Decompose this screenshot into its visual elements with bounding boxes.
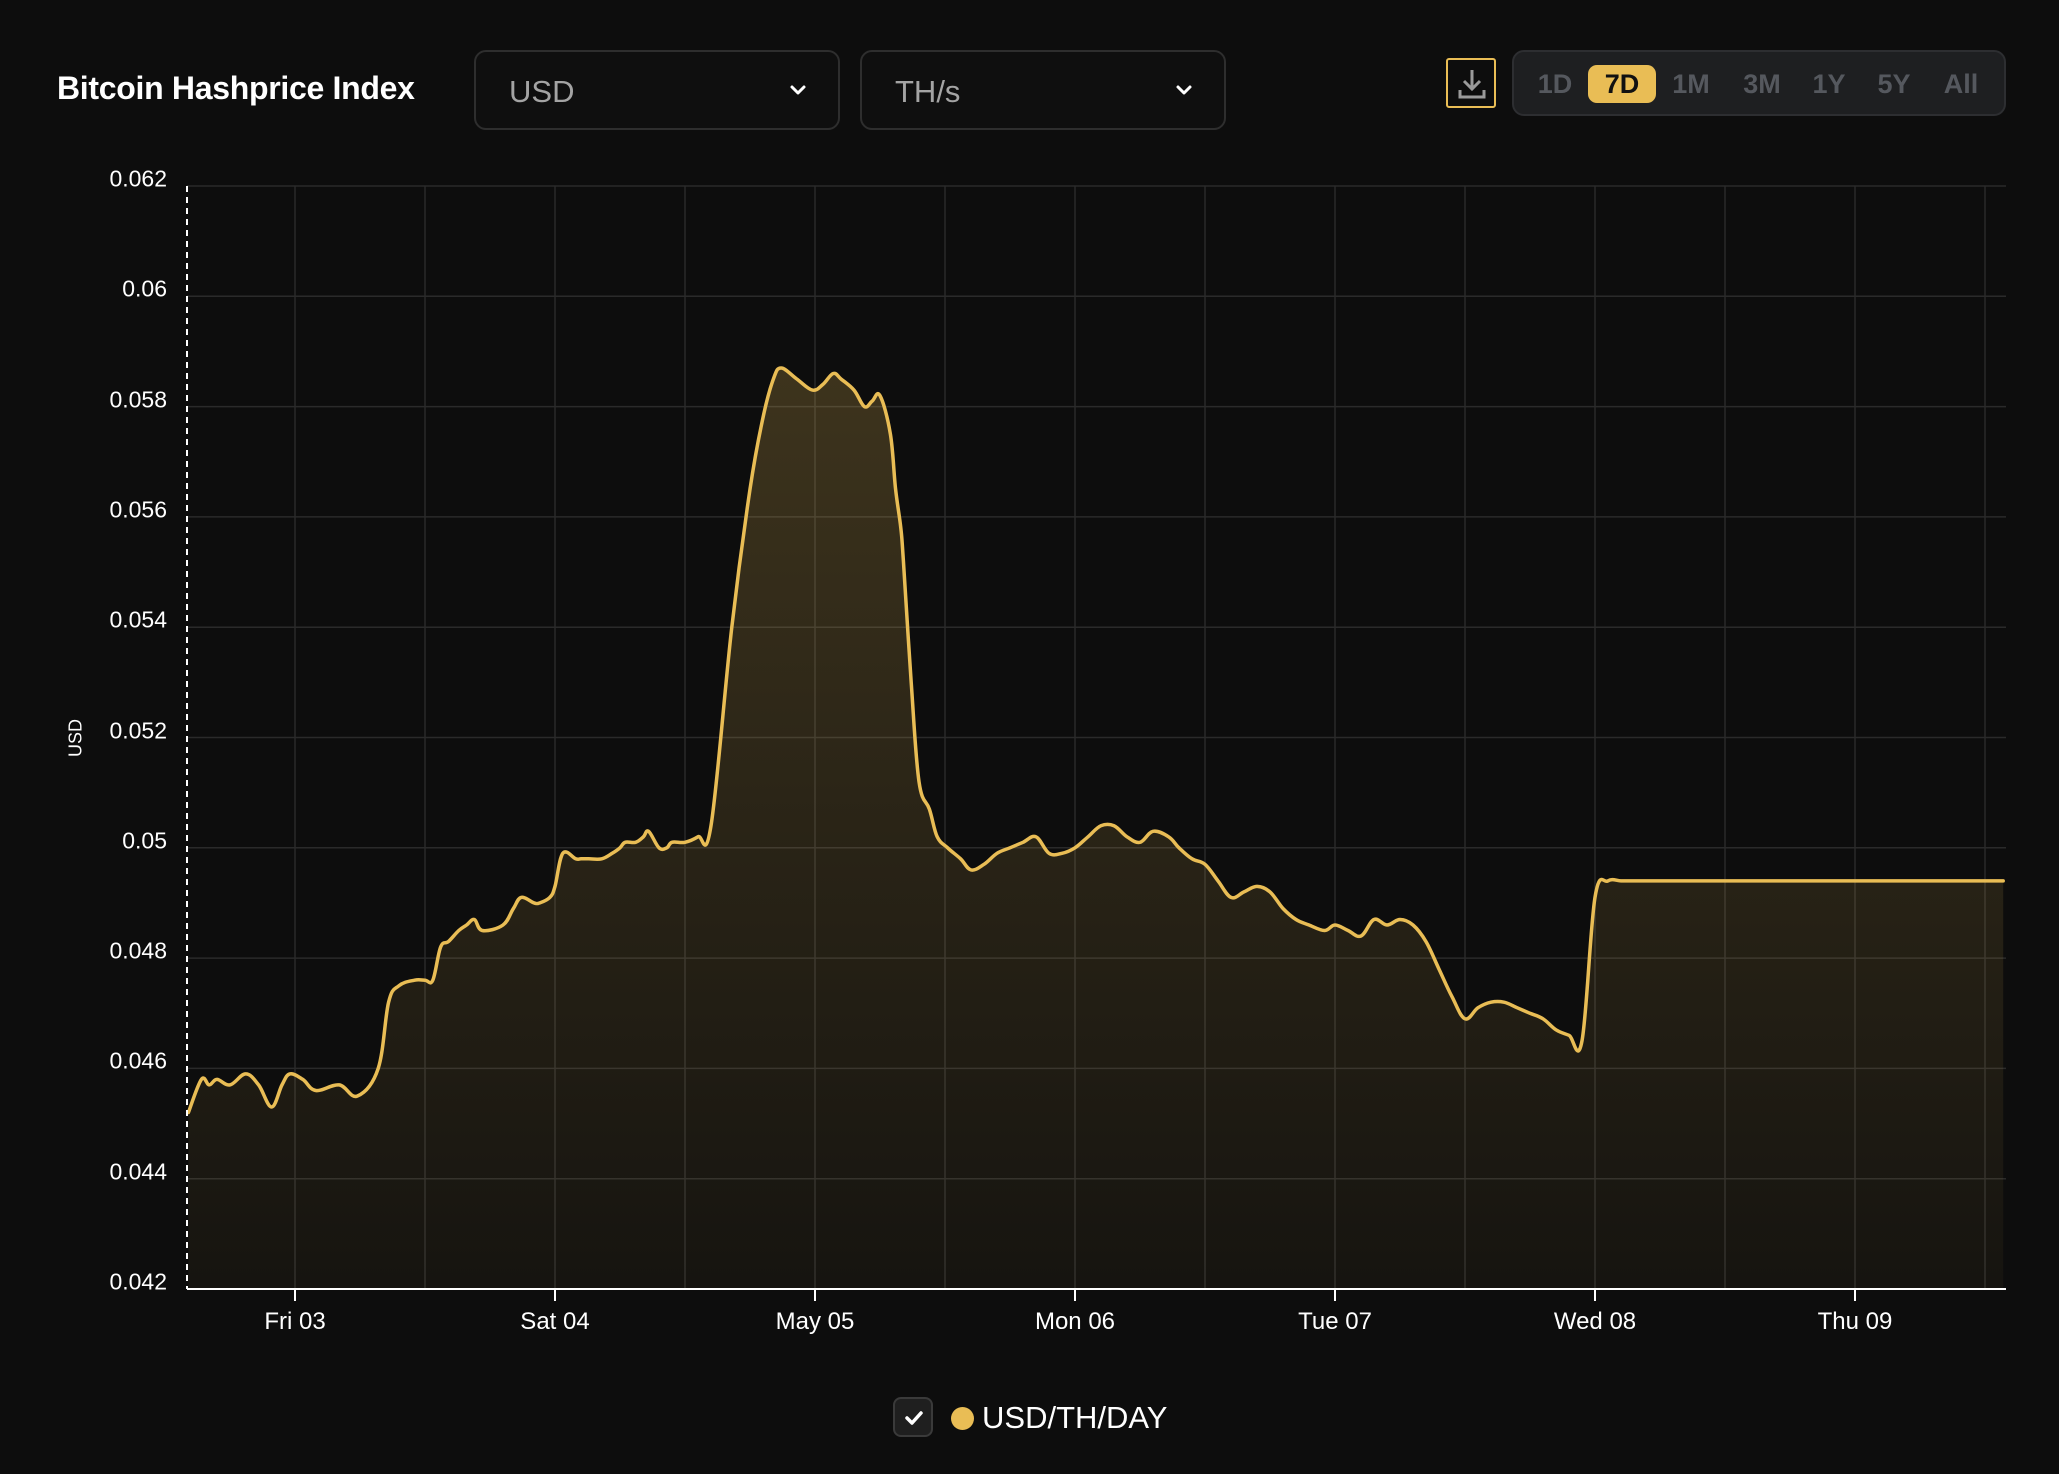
y-tick-label: 0.06 — [122, 275, 167, 302]
y-tick-label: 0.058 — [109, 386, 167, 413]
x-tick-label: Sat 04 — [520, 1308, 590, 1335]
y-tick-label: 0.046 — [109, 1047, 167, 1074]
x-tick-label: Fri 03 — [264, 1308, 326, 1335]
y-tick-label: 0.05 — [122, 827, 167, 854]
legend-checkbox[interactable] — [893, 1397, 933, 1437]
y-tick-label: 0.054 — [109, 606, 167, 633]
legend-label: USD/TH/DAY — [982, 1400, 1168, 1435]
legend-color-dot — [951, 1407, 974, 1430]
x-tick-label: Mon 06 — [1034, 1308, 1116, 1335]
y-tick-label: 0.048 — [109, 937, 167, 964]
x-tick-label: May 05 — [775, 1308, 855, 1335]
y-tick-label: 0.062 — [109, 165, 167, 192]
y-tick-label: 0.042 — [109, 1268, 167, 1295]
y-tick-label: 0.044 — [109, 1158, 167, 1185]
y-tick-label: 0.056 — [109, 496, 167, 523]
x-tick-label: Tue 07 — [1298, 1308, 1372, 1335]
x-tick-label: Wed 08 — [1553, 1308, 1637, 1335]
hashprice-chart — [186, 185, 2006, 1301]
y-tick-label: 0.052 — [109, 717, 167, 743]
x-tick-label: Thu 09 — [1817, 1308, 1893, 1335]
y-axis-label: USD — [65, 718, 86, 758]
check-icon — [905, 1411, 923, 1425]
x-tick-marks — [294, 1289, 1856, 1301]
